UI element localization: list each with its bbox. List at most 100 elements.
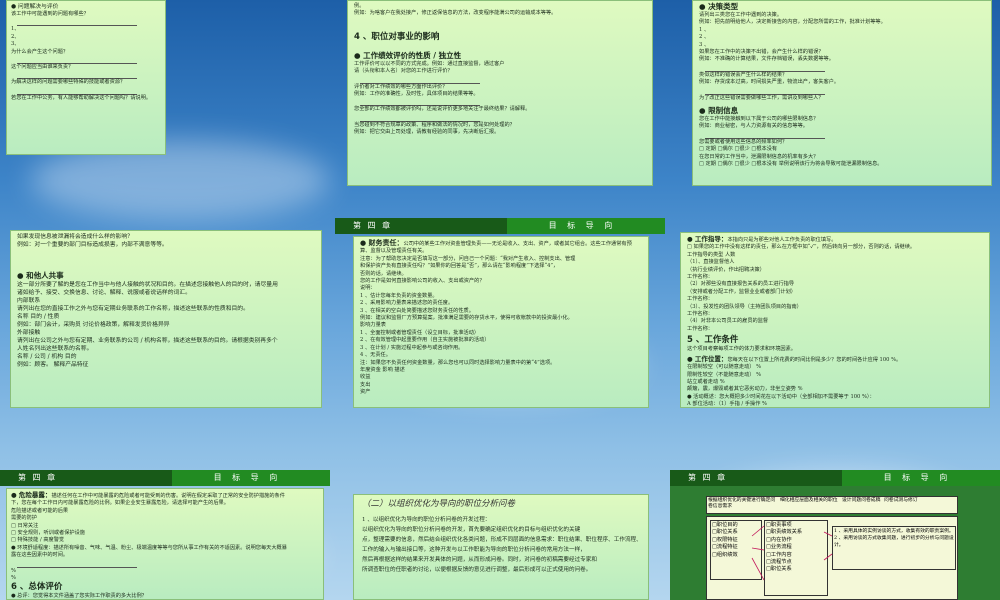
text-line: 例如：存货成本过高，时间损失严重，物流出产，客失客户。 bbox=[699, 79, 840, 86]
text-line: 例如：把先前明给他人，决定新接告的内容，分配您所需的工作，批准计划等等。 bbox=[699, 19, 886, 26]
text-line: 1 、以组织优化为导向的职位分析问卷的开发过程： bbox=[362, 517, 491, 523]
section-intro: 您每天在以下位置上所花费的时间比例是多少？您的时间各计应得 100 %。 bbox=[727, 356, 902, 363]
text-line: 1 、 bbox=[699, 26, 710, 33]
text-line: 说明： bbox=[360, 285, 376, 292]
text-line: 评价者对工作绩效的哪些方面作出评价？ bbox=[354, 83, 448, 90]
text-line: 2 、采用影响力量表来描述您的责任度。 bbox=[360, 300, 454, 307]
text-line: 例如：不准确的计算结果，文件存档错误，丢失数据等等。 bbox=[699, 56, 834, 63]
text-line: 然后再根据这样的结果来开发具体的问题，从而形成问卷。同时，对问卷的初稿需要经过专… bbox=[362, 557, 597, 563]
text-line: 下，您在每个工作日内可能暴露危险的比例。如果企业安生暴露危险，请选择可能产生的后… bbox=[11, 500, 229, 507]
section-heading: ● 问题解决与评价 bbox=[11, 4, 59, 10]
slide-working-with-others[interactable]: 如果发现信息被泄漏将会造成什么样的影响？ 例如：对一个重要的部门目标造成损害，内部… bbox=[0, 218, 330, 408]
text-line: 您的工作是如何直接影响公司的收入、支出或资产的？ bbox=[360, 278, 485, 285]
text-line: 点，整理需要的信息，然后结合组织优化各类问题，形成不同层面的信息需求：职位结果、… bbox=[362, 537, 642, 543]
slide-process-diagram[interactable]: 第 四 章 目 标 导 向 根据组织优化的关键进行确定问卷信息需求 细化相应层面… bbox=[670, 470, 1000, 600]
arrow-line bbox=[751, 547, 765, 551]
slide-hazard-exposure[interactable]: 第 四 章 目 标 导 向 ● 危险暴露：描述任何在工作中可能暴露的危险或者可能… bbox=[0, 470, 330, 600]
text-line: 请（头衔和本人名）对您的工作进行评价？ bbox=[354, 68, 453, 75]
text-line: 例如：为啥客户在我处接产，修正返保信息的方法，改变程序能满公司的运输成本等等。 bbox=[354, 10, 557, 17]
text-line: 名称 目的 / 性质 bbox=[17, 314, 60, 320]
text-line: 例如：对一个重要的部门目标造成损害，内部不满意等等。 bbox=[17, 242, 168, 248]
slide-paper: ● 问题解决与评价 该工作中可能遇到的问题有哪些？ 1、 2、 3、 为什么会产生这个问… bbox=[6, 0, 166, 155]
text-line: 为了改正这些错误需要做哪些工作，需讲及到哪些人？ bbox=[699, 94, 824, 101]
section-heading: ● 工作位置： bbox=[687, 354, 728, 363]
text-line: （安排或者分配工作，监督业业或者部门计划） bbox=[687, 288, 796, 295]
text-line: 例如：把它交由上司处理，请教有经验的同事，先决断后汇报。 bbox=[354, 129, 500, 136]
question-list: 该工作中可能遇到的问题有哪些？ 1、 2、 3、 为什么会产生这个问题？ 这个问题应当由谁… bbox=[11, 11, 161, 102]
chapter-label: 第 四 章 bbox=[335, 218, 507, 234]
flow-arrows bbox=[751, 525, 833, 581]
text-line: 这个问题应当由谁来负责？ bbox=[11, 64, 74, 71]
section-heading: ● 决策类型 bbox=[699, 2, 739, 11]
answer-line bbox=[705, 131, 825, 139]
question-list: 在限制较空（可以随意走动） % 限制性较空（不能随意走动） % 站立或者走动 % 颠簸… bbox=[687, 364, 983, 408]
section-heading: ● 危险暴露： bbox=[11, 491, 52, 499]
arrow-line bbox=[823, 553, 833, 561]
slide-paper: ● 危险暴露：描述任何在工作中可能暴露的危险或者可能受到的伤害。说明在假定采取了… bbox=[6, 488, 324, 600]
text-line: （3）、投发性的团队领导（主持团队项目的指南） bbox=[687, 303, 802, 310]
text-line: 注：如果您不负责任何资金数量，那么您也可以同时选择影响力量表中的第“4”选项。 bbox=[360, 359, 556, 366]
question-list: 注意：为了帮助您决定是否填写这一部分，问自己一个问题：“我对产生收入、控制支出、… bbox=[360, 256, 642, 397]
slide-financial-responsibility[interactable]: 第 四 章 目 标 导 向 ● 财务责任：公司中的某些工作对资金管理负责——无论… bbox=[335, 218, 665, 408]
slide-questionnaire-dev[interactable]: （二）以组织优化为导向的职位分析问卷 1 、以组织优化为导向的职位分析问卷的开发… bbox=[335, 470, 665, 600]
text-line: 支出 bbox=[360, 381, 371, 388]
text-line: 名称 / 公司 / 机构 目的 bbox=[17, 354, 77, 360]
slide-paper: 如果发现信息被泄漏将会造成什么样的影响？ 例如：对一个重要的部门目标造成损害，内部… bbox=[10, 230, 322, 408]
text-line: 露在这些因素中的时间。 bbox=[11, 552, 69, 559]
text-line: 年度资金 影响 描述 bbox=[360, 366, 405, 373]
answer-line bbox=[360, 114, 480, 122]
text-line: 这一部分所要了解的是您在工作当中与他人接触的状况和目的。在描述您接触他人的目的时… bbox=[17, 282, 278, 288]
question-list: 这一部分所要了解的是您在工作当中与他人接触的状况和目的。在描述您接触他人的目的时… bbox=[17, 281, 315, 369]
slide-decision-types[interactable]: ● 决策类型 请列出三类您在工作中遇到的决策。 例如：把先前明给他人，决定新接告的… bbox=[670, 0, 1000, 190]
text-line: A 部位活动：（1）手指 / 手操作 % bbox=[687, 401, 767, 408]
text-line: 在您日常的工作当中，泄漏限制信息的机率有多大？ bbox=[699, 153, 819, 160]
text-line: 该工作中可能遇到的问题有哪些？ bbox=[11, 11, 89, 17]
text-line: 收益 bbox=[360, 374, 371, 381]
text-line: 以组织优化为导向的职位分析问卷的开发，首先要确定组织优化的目标与组织优化的关键 bbox=[362, 527, 581, 533]
slide-header: 第 四 章 目 标 导 向 bbox=[335, 218, 665, 234]
guide-label: 目 标 导 向 bbox=[506, 218, 665, 234]
text-line: 请列出在公司之外与您有定期、业务联系的公司 / 机构名称，描述这些联系的目的。请… bbox=[17, 338, 278, 344]
slide-paper: 例。 例如：为啥客户在我处接产，修正返保信息的方法，改变程序能满公司的运输成本等等… bbox=[347, 0, 653, 186]
text-line: （4）对非本公司员工的雇员的监督 bbox=[687, 318, 769, 325]
slide-problem-solving[interactable]: ● 问题解决与评价 该工作中可能遇到的问题有哪些？ 1、 2、 3、 为什么会产生这个问… bbox=[0, 0, 330, 190]
text-line: 影响力量表 bbox=[360, 322, 386, 329]
text-line: 所调查职位的任职者的讨论，以便根据反馈的意见进行调整，最后形成可以正式使用的问卷… bbox=[362, 567, 592, 573]
text-line: 人姓名列出这些联系的名称。 bbox=[17, 346, 93, 352]
text-line: 3 、 bbox=[699, 41, 710, 48]
question-list: 这个项目考察每项工作的体力要求和环境因素。 bbox=[687, 346, 983, 353]
slide-paper: （二）以组织优化为导向的职位分析问卷 1 、以组织优化为导向的职位分析问卷的开发… bbox=[353, 494, 649, 600]
arrow-line bbox=[823, 531, 833, 537]
question-list: 请列出三类您在工作中遇到的决策。 例如：把先前明给他人，决定新接告的内容，分配您所… bbox=[699, 12, 985, 102]
text-line: 您全部的工作绩效都被评价吗，还是说评价更多地关注于最终结果？请解释。 bbox=[354, 106, 531, 113]
text-line: 需要的防护 bbox=[11, 515, 37, 522]
text-line: 工作名称： bbox=[687, 296, 713, 303]
section-heading: ● 财务责任： bbox=[360, 239, 404, 247]
answer-line bbox=[360, 76, 480, 84]
text-line: □ 定期 □偶尔 □很少 □根本没有 举例说明该行为将会导致可能泄漏限制信息。 bbox=[699, 161, 883, 168]
section-title: 5 、工作条件 bbox=[687, 335, 739, 346]
text-line: 为解决这样的问题需要哪些特殊的技能或者资源？ bbox=[11, 79, 126, 86]
text-line: 为什么会产生这个问题？ bbox=[11, 48, 69, 55]
text-line: 否则的话，请继续。 bbox=[360, 270, 407, 277]
text-line: ● 总评：您觉得本文件涵盖了您实际工作职责的多大比例？ bbox=[11, 593, 147, 600]
section-heading: ● 工作绩效评价的性质 / 独立性 bbox=[354, 50, 462, 60]
text-line: （1）、直接监督他人 bbox=[687, 259, 735, 266]
text-line: 2 、在有效管理中起重要作用（自主实施被批准的活动） bbox=[360, 337, 490, 344]
text-line: 外部接触 bbox=[17, 330, 41, 336]
question-list: □ 如果您的工作中没有这样的责任，那么在方框中如“✓”，然后转向另一部分，否则的… bbox=[687, 244, 983, 333]
chapter-label: 第 四 章 bbox=[0, 470, 172, 486]
text-line: 2、 bbox=[11, 33, 20, 40]
question-list: ● 总评：您觉得本文件涵盖了您实际工作职责的多大比例？□ 50 % □ 60 %… bbox=[11, 593, 319, 600]
slide-work-guidance[interactable]: ● 工作指导：本指向只是为那些对他人工作负责的职位填写。 □ 如果您的工作中没有… bbox=[670, 218, 1000, 408]
slide-job-impact[interactable]: 例。 例如：为啥客户在我处接产，修正返保信息的方法，改变程序能满公司的运输成本等等… bbox=[335, 0, 665, 190]
text-line: 和保护资产负有直接责任吗？”如果你的回答是“否”，那么请在“影响程度”下选择“4… bbox=[360, 263, 559, 270]
answer-line bbox=[17, 87, 137, 95]
text-line: （2）对那些没有直接报告关系的员工进行指导 bbox=[687, 281, 795, 288]
text-line: 4 、无责任。 bbox=[360, 352, 391, 359]
arrow-line bbox=[751, 557, 765, 581]
text-line: 若您在工作中公务，有人能够帮助解决这个问题吗？请说明。 bbox=[11, 94, 152, 101]
text-line: 如果发现信息被泄漏将会造成什么样的影响？ bbox=[17, 234, 133, 240]
text-line: 在限制较空（可以随意走动） % bbox=[687, 364, 762, 371]
text-line: 内部联系 bbox=[17, 298, 41, 304]
